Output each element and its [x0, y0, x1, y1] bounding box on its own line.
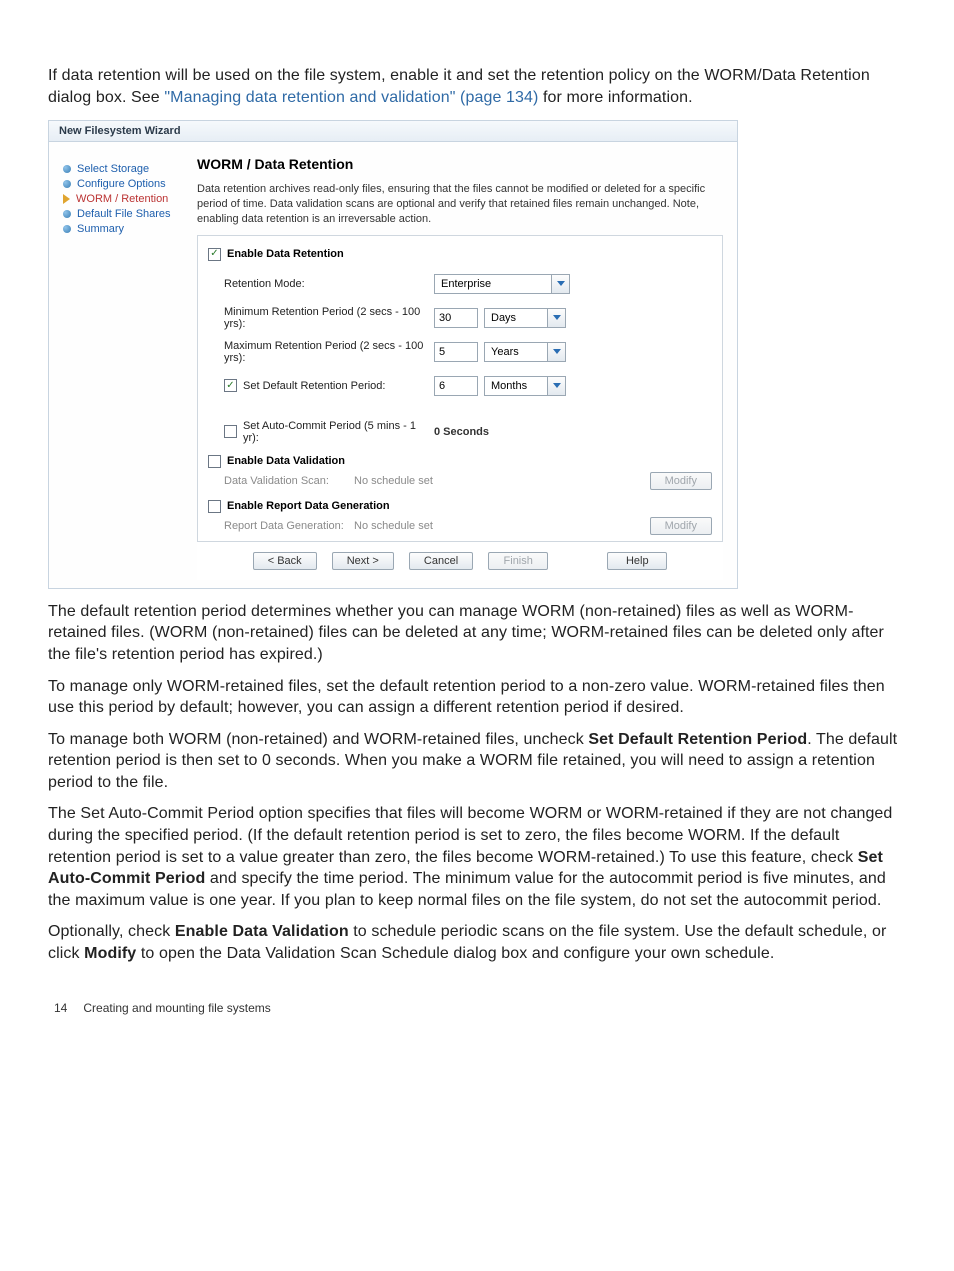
body-p5: Optionally, check Enable Data Validation…	[48, 921, 906, 964]
retention-mode-label: Retention Mode:	[224, 278, 434, 290]
body-p5-part-c: to open the Data Validation Scan Schedul…	[136, 945, 774, 962]
min-period-unit: Days	[491, 312, 516, 324]
nav-label: Select Storage	[77, 163, 149, 175]
intro-paragraph: If data retention will be used on the fi…	[48, 65, 906, 108]
chevron-down-icon[interactable]	[552, 274, 570, 294]
wizard-screenshot: New Filesystem Wizard Select Storage Con…	[48, 120, 738, 589]
default-period-unit: Months	[491, 380, 527, 392]
enable-data-validation-bold: Enable Data Validation	[175, 923, 349, 940]
retention-mode-value: Enterprise	[441, 278, 491, 290]
max-period-input[interactable]	[434, 342, 478, 362]
min-period-unit-select[interactable]: Days	[484, 308, 566, 328]
finish-button: Finish	[488, 552, 548, 570]
body-p4: The Set Auto-Commit Period option specif…	[48, 803, 906, 911]
autocommit-checkbox[interactable]	[224, 425, 237, 438]
chevron-down-icon[interactable]	[548, 342, 566, 362]
enable-report-label: Enable Report Data Generation	[227, 500, 390, 512]
retention-panel: Enable Data Retention Retention Mode: En…	[197, 235, 723, 541]
cancel-button[interactable]: Cancel	[409, 552, 473, 570]
panel-description: Data retention archives read-only files,…	[197, 182, 723, 227]
min-period-input[interactable]	[434, 308, 478, 328]
body-p2: To manage only WORM-retained files, set …	[48, 676, 906, 719]
retention-mode-select[interactable]: Enterprise	[434, 274, 570, 294]
nav-item-default-file-shares[interactable]: Default File Shares	[63, 208, 191, 220]
default-period-unit-select[interactable]: Months	[484, 376, 566, 396]
page-section-title: Creating and mounting file systems	[83, 1001, 270, 1015]
autocommit-label: Set Auto-Commit Period (5 mins - 1 yr):	[243, 420, 434, 444]
panel-heading: WORM / Data Retention	[197, 156, 723, 172]
enable-report-checkbox[interactable]	[208, 500, 221, 513]
body-p3-part-a: To manage both WORM (non-retained) and W…	[48, 731, 588, 748]
nav-item-configure-options[interactable]: Configure Options	[63, 178, 191, 190]
validation-scan-value: No schedule set	[354, 475, 474, 487]
max-period-label: Maximum Retention Period (2 secs - 100 y…	[224, 340, 434, 364]
chevron-down-icon[interactable]	[548, 308, 566, 328]
wizard-nav: Select Storage Configure Options WORM / …	[49, 142, 197, 588]
chevron-down-icon[interactable]	[548, 376, 566, 396]
wizard-title: New Filesystem Wizard	[49, 121, 737, 142]
nav-label: Default File Shares	[77, 208, 171, 220]
body-p4-part-a: The Set Auto-Commit Period option specif…	[48, 805, 892, 865]
set-default-retention-bold: Set Default Retention Period	[588, 731, 807, 748]
report-gen-value: No schedule set	[354, 520, 474, 532]
enable-validation-checkbox[interactable]	[208, 455, 221, 468]
intro-text-after: for more information.	[543, 89, 693, 106]
dot-icon	[63, 165, 71, 173]
page-number: 14	[54, 1001, 67, 1015]
help-button[interactable]: Help	[607, 552, 667, 570]
report-gen-label: Report Data Generation:	[224, 520, 354, 532]
intro-link[interactable]: "Managing data retention and validation"…	[164, 89, 538, 106]
enable-retention-checkbox[interactable]	[208, 248, 221, 261]
nav-label: Summary	[77, 223, 124, 235]
enable-retention-label: Enable Data Retention	[227, 248, 344, 260]
dot-icon	[63, 210, 71, 218]
body-p3: To manage both WORM (non-retained) and W…	[48, 729, 906, 794]
dot-icon	[63, 225, 71, 233]
max-period-unit-select[interactable]: Years	[484, 342, 566, 362]
nav-item-summary[interactable]: Summary	[63, 223, 191, 235]
modify-bold: Modify	[84, 945, 136, 962]
max-period-unit: Years	[491, 346, 519, 358]
default-period-input[interactable]	[434, 376, 478, 396]
default-period-label: Set Default Retention Period:	[243, 380, 385, 392]
autocommit-value: 0 Seconds	[434, 426, 489, 438]
default-period-checkbox[interactable]	[224, 379, 237, 392]
nav-item-worm-retention[interactable]: WORM / Retention	[63, 193, 191, 205]
dot-icon	[63, 180, 71, 188]
modify-report-button: Modify	[650, 517, 712, 535]
page-footer: 14 Creating and mounting file systems	[48, 1001, 906, 1015]
validation-scan-label: Data Validation Scan:	[224, 475, 354, 487]
back-button[interactable]: < Back	[253, 552, 317, 570]
modify-validation-button: Modify	[650, 472, 712, 490]
body-p5-part-a: Optionally, check	[48, 923, 175, 940]
next-button[interactable]: Next >	[332, 552, 394, 570]
nav-label: WORM / Retention	[76, 193, 168, 205]
wizard-footer: < Back Next > Cancel Finish Help	[197, 541, 723, 580]
arrow-icon	[63, 194, 70, 204]
nav-item-select-storage[interactable]: Select Storage	[63, 163, 191, 175]
enable-validation-label: Enable Data Validation	[227, 455, 345, 467]
min-period-label: Minimum Retention Period (2 secs - 100 y…	[224, 306, 434, 330]
body-p1: The default retention period determines …	[48, 601, 906, 666]
nav-label: Configure Options	[77, 178, 166, 190]
